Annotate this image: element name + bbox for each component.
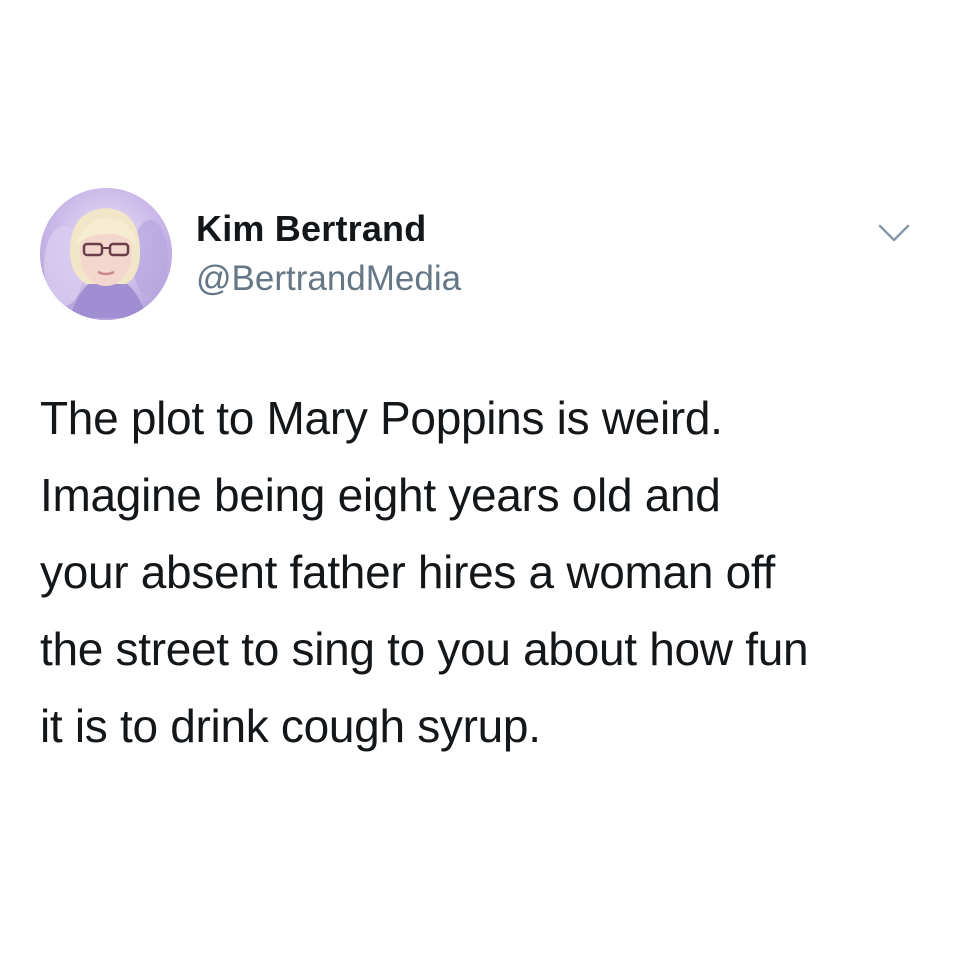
tweet-text-line: The plot to Mary Poppins is weird. — [40, 392, 723, 444]
tweet-text-line: the street to sing to you about how fun — [40, 623, 809, 675]
tweet-body: The plot to Mary Poppins is weird. Imagi… — [40, 380, 930, 765]
tweet-text-line: your absent father hires a woman off — [40, 546, 775, 598]
tweet-menu-button[interactable] — [868, 216, 920, 252]
chevron-down-icon — [878, 224, 910, 242]
author-handle[interactable]: @BertrandMedia — [196, 258, 461, 300]
author-display-name[interactable]: Kim Bertrand — [196, 208, 426, 250]
profile-avatar[interactable] — [40, 188, 172, 320]
tweet-text-line: it is to drink cough syrup. — [40, 700, 541, 752]
tweet-text-line: Imagine being eight years old and — [40, 469, 721, 521]
avatar-photo-icon — [40, 188, 172, 320]
tweet-card: Kim Bertrand @BertrandMedia The plot to … — [0, 0, 960, 960]
